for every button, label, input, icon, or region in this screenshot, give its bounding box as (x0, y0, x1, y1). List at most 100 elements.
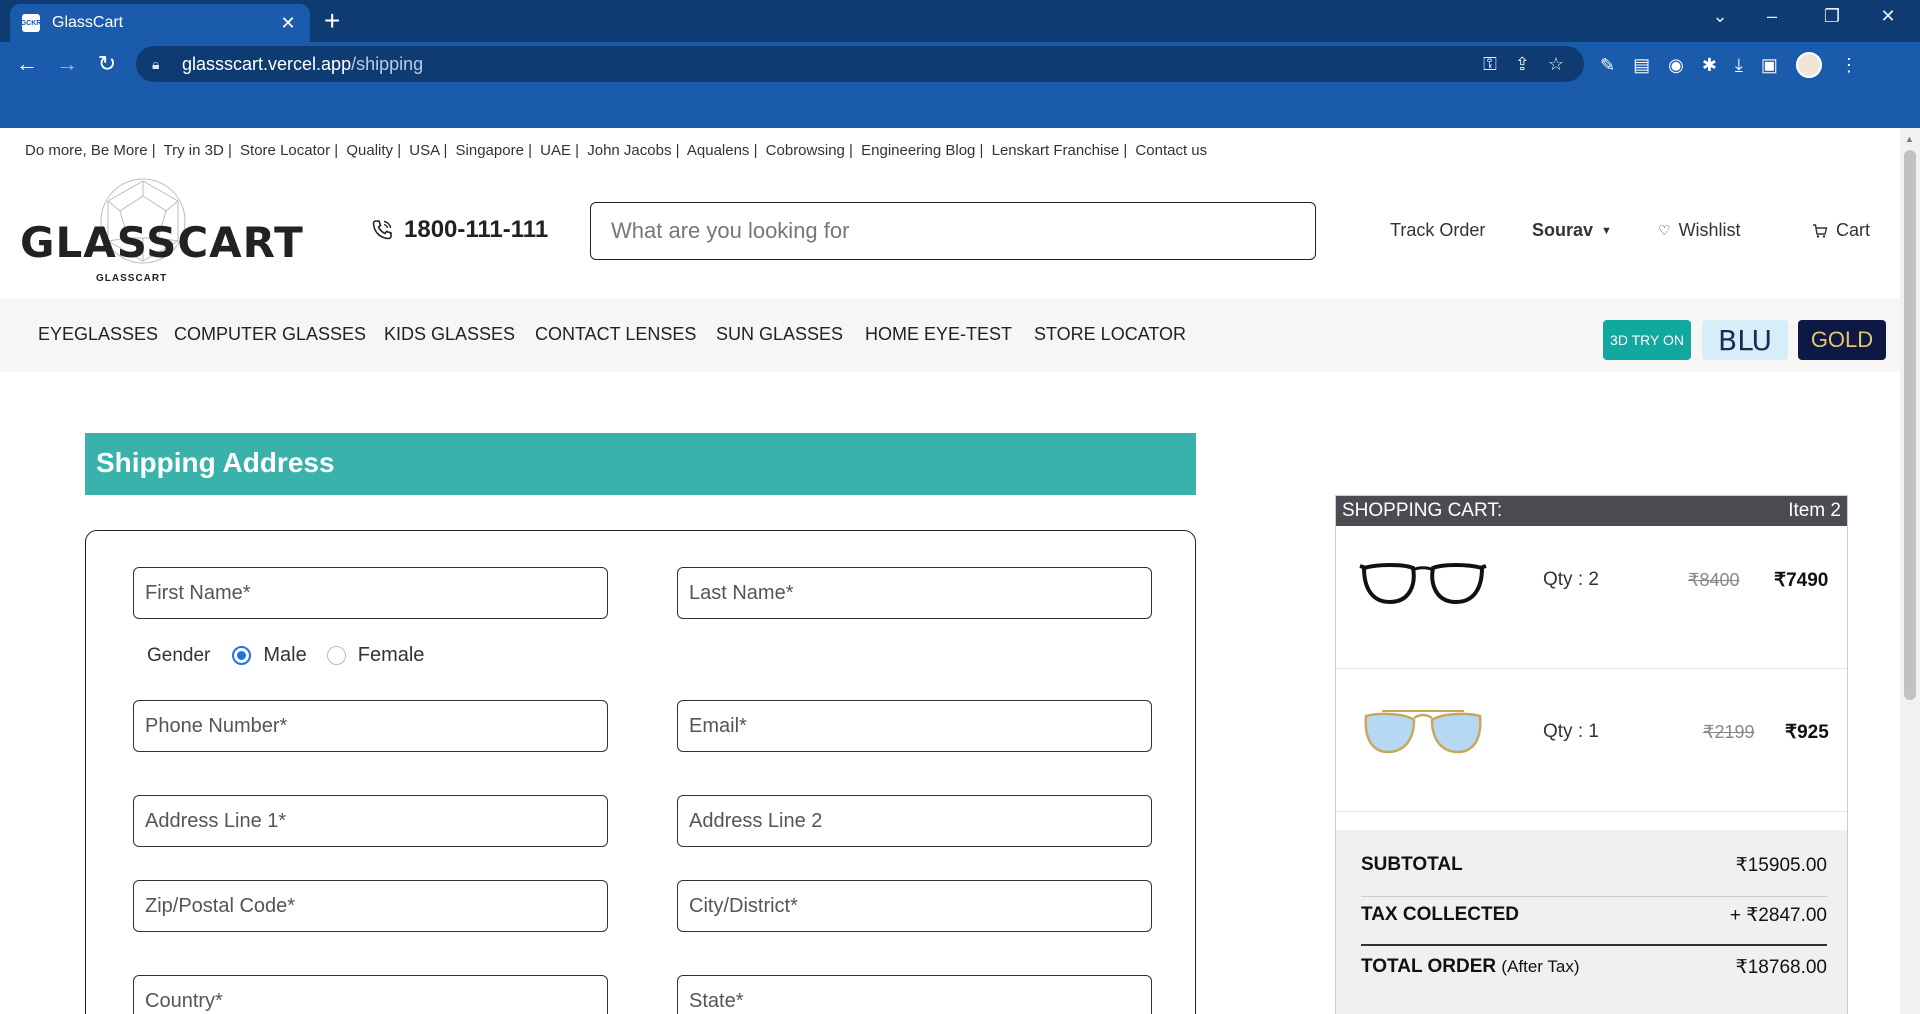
subtotal-value: ₹15905.00 (1735, 854, 1827, 876)
email-field[interactable] (677, 700, 1152, 752)
female-label: Female (357, 644, 425, 666)
male-label: Male (263, 644, 307, 666)
menu-contact-lenses[interactable]: CONTACT LENSES (535, 324, 696, 345)
share-icon[interactable]: ⇪ (1515, 54, 1530, 75)
pen-extension-icon[interactable]: ✎ (1600, 55, 1615, 76)
heart-icon: ♡ (1658, 222, 1671, 238)
cart-link[interactable]: Cart (1812, 220, 1870, 241)
page-top-bar (0, 86, 1920, 128)
address-line2-field[interactable] (677, 795, 1152, 847)
key-icon[interactable]: ⚿ (1483, 54, 1497, 75)
top-link[interactable]: USA | (409, 142, 447, 159)
site-favicon-icon: GCKR (21, 14, 41, 32)
forward-arrow-icon[interactable]: → (52, 50, 82, 78)
city-field[interactable] (677, 880, 1152, 932)
category-menu: EYEGLASSES COMPUTER GLASSES KIDS GLASSES… (0, 298, 1900, 372)
menu-sun-glasses[interactable]: SUN GLASSES (716, 324, 843, 345)
track-order-label: Track Order (1390, 220, 1486, 240)
profile-avatar[interactable] (1795, 52, 1822, 78)
gender-male-option[interactable]: Male (232, 644, 307, 667)
eyeglasses-product-image[interactable] (1358, 554, 1488, 614)
phone-number-field[interactable] (133, 700, 608, 752)
3d-try-on-badge[interactable]: 3D TRY ON (1603, 320, 1691, 360)
logo-subtext: GLASSCART (96, 273, 168, 284)
cart-icon (1813, 223, 1828, 238)
gender-female-option[interactable]: Female (326, 644, 425, 667)
page: Do more, Be More | Try in 3D | Store Loc… (0, 128, 1900, 1014)
download-icon[interactable]: ⤓ (1735, 55, 1743, 76)
address-bar[interactable]: 🔒︎ glassscart.vercel.app/shipping ⚿ ⇪ ☆ (136, 46, 1584, 82)
female-radio[interactable] (326, 646, 346, 665)
state-field[interactable] (677, 975, 1152, 1014)
browser-tab[interactable]: GCKR GlassCart ✕ (10, 4, 310, 42)
cart-item-price: ₹7490 (1774, 570, 1829, 591)
lock-icon: 🔒︎ (152, 55, 160, 72)
search-input[interactable] (590, 202, 1316, 260)
puzzle-extension-icon[interactable]: ✱ (1702, 55, 1717, 76)
cart-item-count: Item 2 (1788, 500, 1841, 521)
top-link[interactable]: Contact us (1135, 142, 1207, 159)
subtotal-row: SUBTOTAL ₹15905.00 (1361, 840, 1827, 890)
top-link[interactable]: Do more, Be More | (25, 142, 156, 159)
top-link[interactable]: Cobrowsing | (766, 142, 853, 159)
page-scrollbar[interactable]: ▲ (1900, 128, 1920, 1014)
top-link[interactable]: Lenskart Franchise | (992, 142, 1128, 159)
browser-toolbar: ← → ↻ 🔒︎ glassscart.vercel.app/shipping … (0, 42, 1920, 86)
phone-number[interactable]: 1800-111-111 (370, 216, 548, 244)
wishlist-label: Wishlist (1678, 220, 1741, 240)
star-icon[interactable]: ☆ (1548, 54, 1564, 75)
cart-item-old-price: ₹2199 (1703, 722, 1755, 742)
reload-icon[interactable]: ↻ (92, 50, 122, 78)
top-links: Do more, Be More | Try in 3D | Store Loc… (25, 142, 1211, 159)
close-window-icon[interactable]: ✕ (1868, 6, 1908, 27)
scroll-up-icon[interactable]: ▲ (1905, 134, 1914, 144)
scrollbar-thumb[interactable] (1904, 150, 1916, 700)
top-link[interactable]: Quality | (346, 142, 401, 159)
top-link[interactable]: Try in 3D | (164, 142, 232, 159)
glasscart-logo[interactable]: GLASSCART GLASSCART (20, 176, 303, 286)
top-link[interactable]: Store Locator | (240, 142, 338, 159)
male-radio[interactable] (232, 646, 252, 665)
url-path: /shipping (351, 53, 424, 74)
user-menu[interactable]: Sourav ▼ (1532, 220, 1612, 241)
chrome-extension-icon[interactable]: ◉ (1668, 55, 1684, 76)
cart-totals: SUBTOTAL ₹15905.00 TAX COLLECTED + ₹2847… (1336, 830, 1847, 1014)
top-link[interactable]: John Jacobs | (587, 142, 679, 159)
country-field[interactable] (133, 975, 608, 1014)
cart-item-old-price: ₹8400 (1688, 570, 1740, 590)
cart-header: SHOPPING CART: Item 2 (1336, 496, 1847, 526)
blu-badge[interactable]: BLU (1702, 320, 1788, 360)
phone-icon (372, 220, 392, 240)
menu-store-locator[interactable]: STORE LOCATOR (1034, 324, 1186, 345)
last-name-field[interactable] (677, 567, 1152, 619)
maximize-icon[interactable]: ❐ (1812, 6, 1852, 27)
top-link[interactable]: Engineering Blog | (861, 142, 983, 159)
top-link[interactable]: Singapore | (456, 142, 532, 159)
new-tab-icon[interactable]: + (324, 6, 340, 36)
minimize-icon[interactable]: – (1752, 6, 1792, 27)
tab-search-icon[interactable]: ⌄ (1700, 6, 1740, 27)
address-line1-field[interactable] (133, 795, 608, 847)
total-row: TOTAL ORDER (After Tax) ₹18768.00 (1361, 942, 1827, 992)
back-arrow-icon[interactable]: ← (12, 50, 42, 78)
zip-code-field[interactable] (133, 880, 608, 932)
gold-badge[interactable]: GOLD (1798, 320, 1886, 360)
cart-item: Qty : 2 ₹8400 ₹7490 (1336, 526, 1847, 669)
menu-kids-glasses[interactable]: KIDS GLASSES (384, 324, 515, 345)
menu-computer-glasses[interactable]: COMPUTER GLASSES (174, 324, 366, 345)
track-order-link[interactable]: Track Order (1390, 220, 1485, 241)
url-host: glassscart.vercel.app (182, 53, 352, 74)
menu-home-eye-test[interactable]: HOME EYE-TEST (865, 324, 1012, 345)
tax-label: TAX COLLECTED (1361, 904, 1519, 925)
gender-group: Gender Male Female (147, 644, 444, 667)
menu-dots-icon[interactable]: ⋮ (1840, 55, 1858, 76)
aviator-sunglasses-product-image[interactable] (1358, 706, 1488, 766)
close-tab-icon[interactable]: ✕ (278, 13, 298, 34)
first-name-field[interactable] (133, 567, 608, 619)
top-link[interactable]: Aqualens | (687, 142, 758, 159)
calendar-extension-icon[interactable]: ▤ (1633, 55, 1650, 76)
menu-eyeglasses[interactable]: EYEGLASSES (38, 324, 158, 345)
wishlist-link[interactable]: ♡ Wishlist (1658, 220, 1741, 241)
side-panel-icon[interactable]: ▣ (1761, 55, 1778, 76)
top-link[interactable]: UAE | (540, 142, 579, 159)
